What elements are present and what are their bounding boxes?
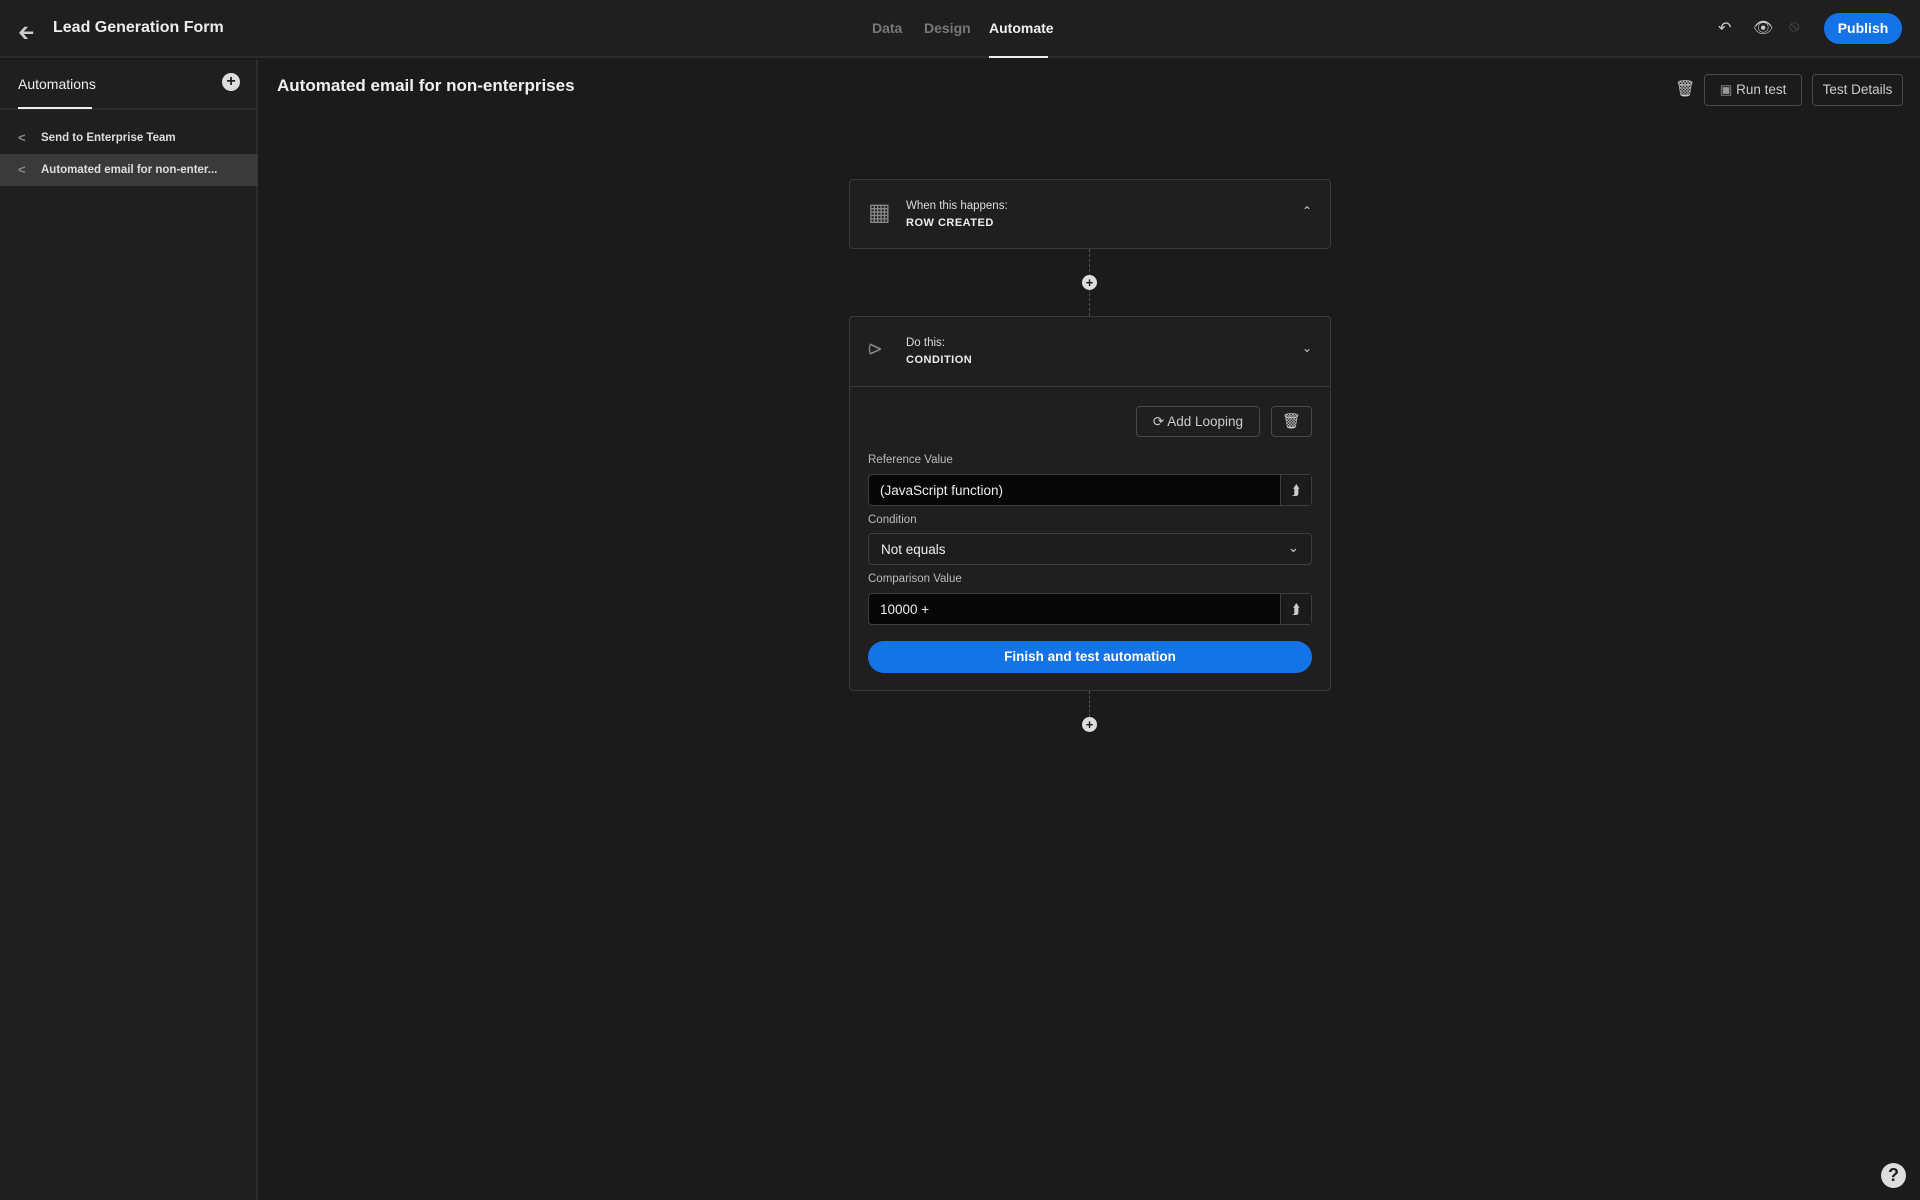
share-icon: < xyxy=(18,130,26,145)
add-step-icon[interactable]: + xyxy=(1082,275,1097,290)
sidebar-tab-indicator xyxy=(18,107,92,109)
reference-value-label: Reference Value xyxy=(868,454,953,466)
sidebar-item-label: Send to Enterprise Team xyxy=(41,132,176,144)
active-tab-indicator xyxy=(989,56,1048,58)
condition-label: Condition xyxy=(868,514,917,526)
tab-design[interactable]: Design xyxy=(924,20,971,36)
share-icon: < xyxy=(18,162,26,177)
condition-value: Not equals xyxy=(881,542,946,557)
publish-button[interactable]: Publish xyxy=(1824,13,1902,44)
action-subtitle: Do this: xyxy=(906,337,945,349)
sidebar-item-send-to-enterprise-team[interactable]: < Send to Enterprise Team xyxy=(0,122,258,154)
preview-eye-icon[interactable]: 👁 xyxy=(1753,18,1773,38)
trash-icon: 🗑 xyxy=(1281,413,1302,430)
sidebar xyxy=(0,60,258,1200)
add-step-icon[interactable]: + xyxy=(1082,717,1097,732)
sidebar-title[interactable]: Automations xyxy=(18,76,96,92)
condition-select[interactable]: Not equals ⌄ xyxy=(868,533,1312,565)
connector-line xyxy=(1089,691,1090,717)
chevron-up-icon[interactable]: ⌃ xyxy=(1302,204,1312,218)
action-name: CONDITION xyxy=(906,354,973,366)
undo-icon[interactable]: ↶ xyxy=(1718,18,1731,38)
add-looping-button[interactable]: ⟳ Add Looping xyxy=(1136,406,1260,437)
chevron-down-icon[interactable]: ⌄ xyxy=(1302,341,1312,355)
comparison-value-input[interactable]: 10000 + ⮭ xyxy=(868,593,1312,625)
tab-data[interactable]: Data xyxy=(872,20,902,36)
loop-icon: ⟳ xyxy=(1152,414,1168,429)
lightning-bolt-icon[interactable]: ⮭ xyxy=(1280,594,1311,624)
deploy-disabled-icon[interactable]: ⦸ xyxy=(1789,18,1799,36)
sidebar-item-automated-email[interactable]: < Automated email for non-enter... xyxy=(0,154,258,186)
comparison-value-label: Comparison Value xyxy=(868,573,962,585)
page-title: Automated email for non-enterprises xyxy=(277,76,575,95)
finish-and-test-button[interactable]: Finish and test automation xyxy=(868,641,1312,673)
lightning-bolt-icon[interactable]: ⮭ xyxy=(1280,475,1311,505)
add-automation-icon[interactable]: + xyxy=(222,73,240,91)
trigger-subtitle: When this happens: xyxy=(906,200,1008,212)
app-title: Lead Generation Form xyxy=(53,19,224,36)
chevron-down-icon: ⌄ xyxy=(1287,540,1299,555)
reference-value-text: (JavaScript function) xyxy=(880,483,1004,498)
help-icon[interactable]: ? xyxy=(1881,1163,1906,1188)
back-arrow-icon[interactable]: 🡰 xyxy=(18,18,34,52)
share-node-icon: ⪧ xyxy=(868,334,882,361)
tab-automate[interactable]: Automate xyxy=(989,20,1054,36)
run-test-button[interactable]: ▣ Run test xyxy=(1704,74,1802,106)
test-details-button[interactable]: Test Details xyxy=(1812,74,1903,106)
delete-step-button[interactable]: 🗑 xyxy=(1271,406,1312,437)
table-row-add-icon: ▦ xyxy=(868,199,891,226)
run-test-label: Run test xyxy=(1736,82,1787,97)
run-test-icon: ▣ xyxy=(1719,82,1737,97)
sidebar-item-label: Automated email for non-enter... xyxy=(41,164,218,176)
trigger-card[interactable]: ▦ When this happens: ROW CREATED ⌃ xyxy=(849,179,1331,249)
trash-icon[interactable]: 🗑 xyxy=(1675,79,1695,99)
reference-value-input[interactable]: (JavaScript function) ⮭ xyxy=(868,474,1312,506)
add-looping-label: Add Looping xyxy=(1167,414,1244,429)
trigger-name: ROW CREATED xyxy=(906,217,994,229)
comparison-value-text: 10000 + xyxy=(880,602,930,617)
